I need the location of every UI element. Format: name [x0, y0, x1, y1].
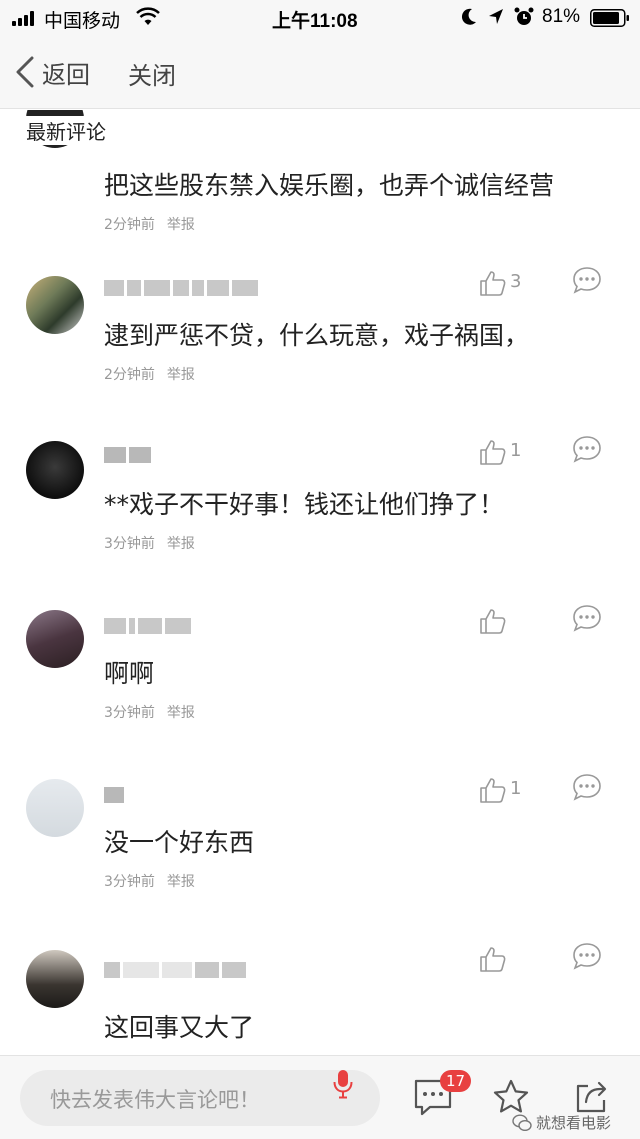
section-title: 最新评论 [26, 116, 112, 145]
thumbs-up-icon [480, 440, 506, 465]
back-label: 返回 [42, 60, 90, 89]
comment-time: 3分钟前 [104, 874, 155, 890]
reply-icon[interactable] [572, 604, 602, 632]
comment-meta: 2分钟前 举报 [104, 364, 195, 384]
comment-text: 这回事又大了 [104, 1013, 255, 1042]
back-button[interactable]: 返回 [14, 54, 90, 90]
comment-input-placeholder: 快去发表伟大言论吧！ [50, 1088, 260, 1112]
comment-time: 2分钟前 [104, 217, 155, 233]
comment-time: 3分钟前 [104, 705, 155, 721]
microphone-icon[interactable] [332, 1068, 354, 1100]
username-blurred [104, 443, 151, 467]
like-button[interactable]: 1 [478, 435, 521, 467]
comment-count-badge: 17 [440, 1070, 472, 1092]
wifi-icon [136, 7, 160, 25]
like-button[interactable]: 3 [478, 266, 521, 298]
comment-meta: 3分钟前 举报 [104, 533, 195, 553]
comment-item: 这回事又大了 [0, 936, 640, 1054]
avatar[interactable] [26, 276, 84, 334]
share-icon[interactable] [574, 1078, 610, 1114]
signal-icon [12, 10, 38, 26]
nav-bar: 返回 关闭 [0, 36, 640, 109]
username-blurred [104, 276, 258, 300]
comment-meta: 2分钟前 举报 [104, 214, 195, 234]
like-button[interactable]: 1 [478, 773, 521, 805]
avatar[interactable] [26, 610, 84, 668]
report-button[interactable]: 举报 [167, 367, 195, 383]
reply-icon[interactable] [572, 435, 602, 463]
comment-text: 啊啊 [104, 659, 155, 688]
like-button[interactable] [478, 604, 510, 636]
battery-icon [590, 9, 629, 27]
thumbs-up-icon [480, 271, 506, 296]
reply-icon[interactable] [572, 942, 602, 970]
report-button[interactable]: 举报 [167, 705, 195, 721]
wechat-logo-icon [512, 1113, 532, 1131]
chevron-left-icon [16, 56, 34, 88]
like-button[interactable] [478, 942, 510, 974]
comment-item: 啊啊 3分钟前 举报 [0, 598, 640, 767]
report-button[interactable]: 举报 [167, 874, 195, 890]
comment-text: 没一个好东西 [104, 828, 255, 857]
username-blurred [104, 783, 124, 807]
alarm-icon [514, 7, 534, 25]
carrier-name: 中国移动 [44, 11, 121, 32]
star-icon[interactable] [492, 1078, 530, 1116]
location-icon [489, 9, 503, 24]
thumbs-up-icon [480, 609, 506, 634]
username-blurred [104, 958, 246, 982]
report-button[interactable]: 举报 [167, 217, 195, 233]
do-not-disturb-icon [461, 8, 476, 25]
comment-item: 1 没一个好东西 3分钟前 举报 [0, 767, 640, 936]
battery-percent: 81% [542, 6, 581, 27]
comment-item: 3 逮到严惩不贷，什么玩意，戏子祸国， 2分钟前 举报 [0, 260, 640, 429]
comment-text: 逮到严惩不贷，什么玩意，戏子祸国， [104, 321, 530, 350]
reply-icon[interactable] [572, 266, 602, 294]
comment-input[interactable]: 快去发表伟大言论吧！ [20, 1070, 380, 1126]
reply-icon[interactable] [572, 773, 602, 801]
status-bar: 中国移动 上午11:08 81% [0, 0, 640, 36]
avatar[interactable] [26, 950, 84, 1008]
bottom-bar: 快去发表伟大言论吧！ 17 就想看电影 [0, 1055, 640, 1139]
like-count: 1 [510, 778, 522, 799]
comment-item: 1 **戏子不干好事！钱还让他们挣了！ 3分钟前 举报 [0, 429, 640, 598]
comment-time: 2分钟前 [104, 367, 155, 383]
watermark-text: 就想看电影 [536, 1114, 612, 1132]
comment-text: 把这些股东禁入娱乐圈，也弄个诚信经营 [104, 171, 555, 200]
like-count: 1 [510, 440, 522, 461]
status-time: 上午11:08 [272, 11, 358, 32]
comment-text: **戏子不干好事！钱还让他们挣了！ [104, 490, 505, 519]
watermark: 就想看电影 [512, 1112, 611, 1133]
report-button[interactable]: 举报 [167, 536, 195, 552]
username-blurred [104, 614, 191, 638]
thumbs-up-icon [480, 947, 506, 972]
thumbs-up-icon [480, 778, 506, 803]
comment-list[interactable]: 最新评论 把这些股东禁入娱乐圈，也弄个诚信经营 2分钟前 举报 3 逮到严惩不贷，… [0, 110, 640, 1054]
comment-time: 3分钟前 [104, 536, 155, 552]
comment-meta: 3分钟前 举报 [104, 702, 195, 722]
avatar[interactable] [26, 779, 84, 837]
like-count: 3 [510, 271, 522, 292]
close-button[interactable]: 关闭 [128, 56, 176, 91]
comment-meta: 3分钟前 举报 [104, 871, 195, 891]
avatar[interactable] [26, 441, 84, 499]
